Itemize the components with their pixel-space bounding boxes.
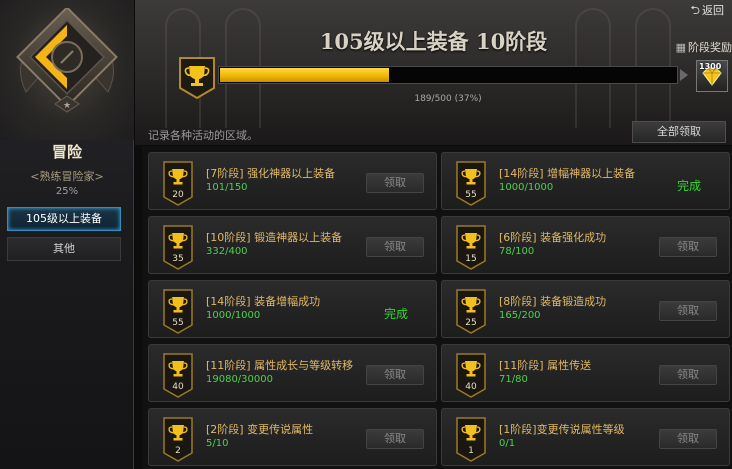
achievement-title: [6阶段] 装备强化成功: [499, 231, 607, 244]
stage-progress-fill: [220, 68, 389, 82]
achievement-progress: 0/1: [499, 438, 516, 449]
sidebar-item-label: 其他: [53, 242, 75, 255]
achievement-complete-label: 完成: [676, 179, 701, 193]
trophy-icon: 55: [163, 289, 193, 334]
gift-icon: ▦: [675, 41, 686, 54]
achievement-level: 1: [468, 446, 474, 456]
stage-reward-label: ▦ 阶段奖励: [676, 39, 732, 55]
stage-reward-item[interactable]: 1300: [696, 60, 728, 92]
achievement-title: [7阶段] 强化神器以上装备: [206, 167, 336, 180]
claim-button[interactable]: 领取: [659, 429, 717, 449]
achievement-progress: 5/10: [206, 438, 229, 449]
adventure-emblem-icon: ★: [16, 8, 118, 113]
trophy-icon: 40: [163, 353, 193, 398]
sidebar-item-label: 105级以上装备: [26, 212, 102, 225]
achievement-title: [1阶段]变更传说属性等级: [499, 423, 625, 436]
trophy-icon: 35: [163, 225, 193, 270]
achievement-progress: 78/100: [499, 246, 535, 257]
claim-button[interactable]: 领取: [366, 237, 424, 257]
achievement-title: [10阶段] 锻造神器以上装备: [206, 231, 343, 244]
page-title: 105级以上装备 10阶段: [319, 29, 548, 54]
achievement-progress: 332/400: [206, 246, 248, 257]
achievement-card: 25 [8阶段] 装备锻造成功 165/200 领取: [441, 280, 730, 338]
claim-all-button[interactable]: 全部领取: [632, 121, 726, 143]
achievement-progress: 1000/1000: [499, 182, 554, 193]
achievement-progress: 71/80: [499, 374, 528, 385]
achievement-progress: 1000/1000: [206, 310, 261, 321]
sidebar-item-other[interactable]: 其他: [7, 237, 121, 261]
trophy-icon: 2: [163, 417, 193, 462]
achievement-level: 15: [465, 254, 476, 264]
claim-button[interactable]: 领取: [366, 365, 424, 385]
trophy-icon: 25: [456, 289, 486, 334]
achievement-title: [14阶段] 装备增幅成功: [206, 295, 321, 308]
claim-button[interactable]: 领取: [366, 429, 424, 449]
achievement-title: [8阶段] 装备锻造成功: [499, 295, 607, 308]
trophy-icon: 55: [456, 161, 486, 206]
achievement-complete-label: 完成: [383, 307, 408, 321]
stage-reward-text: 阶段奖励: [688, 41, 732, 54]
trophy-icon: 20: [163, 161, 193, 206]
achievement-card: 40 [11阶段] 属性成长与等级转移 19080/30000 领取: [148, 344, 437, 402]
achievement-card: 40 [11阶段] 属性传送 71/80 领取: [441, 344, 730, 402]
trophy-icon: 15: [456, 225, 486, 270]
back-button-label: 返回: [702, 4, 724, 17]
claim-button[interactable]: 领取: [659, 237, 717, 257]
achievement-level: 35: [172, 254, 183, 264]
stage-progress-text: 189/500 (37%): [414, 94, 482, 104]
category-percent: 25%: [55, 186, 79, 197]
trophy-icon: 1: [456, 417, 486, 462]
svg-text:★: ★: [63, 101, 71, 111]
claim-button[interactable]: 领取: [659, 365, 717, 385]
category-subtitle: <熟练冒险家>: [30, 170, 104, 183]
achievement-card: 55 [14阶段] 装备增幅成功 1000/1000 完成: [148, 280, 437, 338]
achievement-card: 1 [1阶段]变更传说属性等级 0/1 领取: [441, 408, 730, 466]
achievement-level: 55: [172, 318, 183, 328]
back-button[interactable]: ⮌ 返回: [690, 1, 724, 22]
achievement-card: 35 [10阶段] 锻造神器以上装备 332/400 领取: [148, 216, 437, 274]
achievement-progress: 165/200: [499, 310, 541, 321]
reward-quantity: 1300: [699, 62, 722, 71]
achievement-card: 2 [2阶段] 变更传说属性 5/10 领取: [148, 408, 437, 466]
claim-button[interactable]: 领取: [659, 301, 717, 321]
sidebar-item-105-equipment[interactable]: 105级以上装备: [7, 207, 121, 231]
stage-progress-bar: [218, 66, 678, 84]
trophy-icon: [179, 57, 215, 100]
category-panel: ★ 冒险 <熟练冒险家> 25% 105级以上装备 其他: [0, 0, 134, 469]
achievement-title: [11阶段] 属性成长与等级转移: [206, 359, 354, 372]
achievement-level: 40: [172, 382, 184, 392]
list-description: 记录各种活动的区域。: [148, 129, 258, 142]
achievement-level: 20: [172, 190, 184, 200]
achievement-progress: 101/150: [206, 182, 248, 193]
achievement-level: 25: [465, 318, 476, 328]
achievement-level: 2: [175, 446, 181, 456]
category-title: 冒险: [51, 143, 82, 161]
trophy-icon: 40: [456, 353, 486, 398]
achievement-card: 20 [7阶段] 强化神器以上装备 101/150 领取: [148, 152, 437, 210]
achievement-card: 15 [6阶段] 装备强化成功 78/100 领取: [441, 216, 730, 274]
achievement-list: 20 [7阶段] 强化神器以上装备 101/150 领取 55 [14阶段] 增幅神器以上…: [142, 146, 732, 469]
achievement-level: 40: [465, 382, 477, 392]
achievement-title: [2阶段] 变更传说属性: [206, 423, 314, 436]
achievement-progress: 19080/30000: [206, 374, 273, 385]
achievement-title: [11阶段] 属性传送: [499, 359, 592, 372]
achievement-level: 55: [465, 190, 476, 200]
achievement-title: [14阶段] 增幅神器以上装备: [499, 167, 636, 180]
progress-end-arrow-icon: [680, 69, 688, 81]
achievement-card: 55 [14阶段] 增幅神器以上装备 1000/1000 完成: [441, 152, 730, 210]
back-arrow-icon: ⮌: [690, 3, 700, 17]
claim-button[interactable]: 领取: [366, 173, 424, 193]
